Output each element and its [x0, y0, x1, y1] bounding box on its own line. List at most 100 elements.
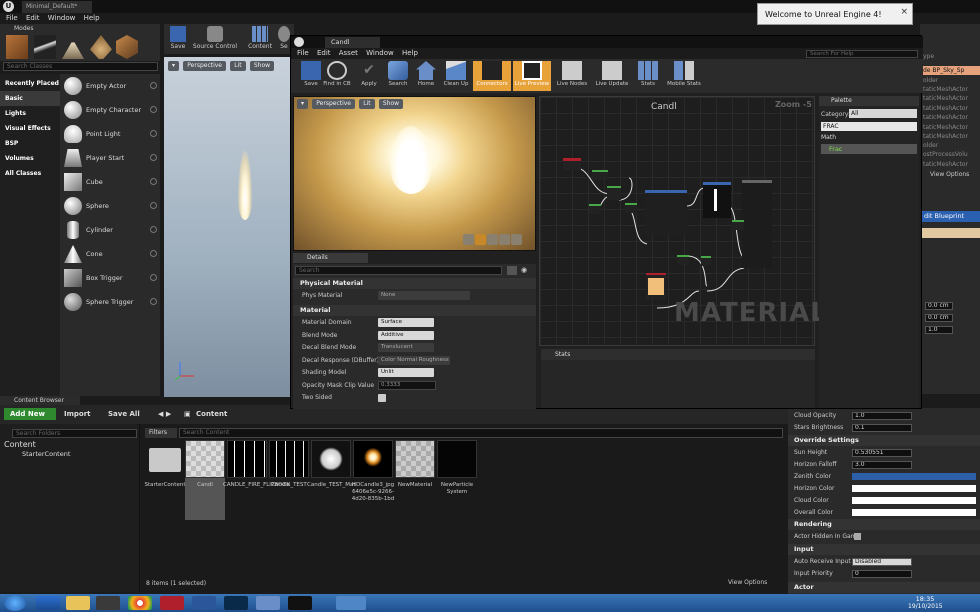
graph-node[interactable]	[563, 158, 581, 170]
help-icon[interactable]	[150, 154, 157, 161]
teapot-preview-icon[interactable]	[511, 234, 522, 245]
help-icon[interactable]	[150, 130, 157, 137]
live-update-button[interactable]: Live Update	[593, 61, 631, 91]
details-tab[interactable]: Details	[293, 253, 368, 263]
list-item-box-trigger[interactable]: Box Trigger	[60, 266, 160, 290]
view-options-button[interactable]: View Options	[728, 579, 767, 586]
cat-volumes[interactable]: Volumes	[0, 151, 60, 166]
help-icon[interactable]	[150, 250, 157, 257]
opera-icon[interactable]	[160, 596, 184, 610]
back-arrow-icon[interactable]: ◀ ▶	[158, 408, 171, 420]
tree-item-content[interactable]: Content	[4, 440, 36, 449]
list-item-empty-character[interactable]: Empty Character	[60, 98, 160, 122]
outliner-row[interactable]: taticMeshActor	[920, 132, 980, 141]
foliage-mode-icon[interactable]	[90, 35, 112, 59]
outliner-row[interactable]: older	[920, 141, 980, 150]
modes-tab[interactable]: Modes	[0, 24, 160, 33]
graph-node[interactable]	[625, 203, 637, 213]
outliner-row[interactable]: taticMeshActor	[920, 123, 980, 132]
list-item-sphere-trigger[interactable]: Sphere Trigger	[60, 290, 160, 314]
overall-color-swatch[interactable]	[852, 509, 976, 516]
graph-node[interactable]	[645, 190, 687, 235]
help-icon[interactable]	[150, 106, 157, 113]
modes-search-input[interactable]: Search Classes	[3, 62, 158, 71]
asset-candle-test[interactable]: Candle_TEST	[269, 440, 309, 520]
outliner-row[interactable]: taticMeshActor	[920, 113, 980, 122]
view-options-button[interactable]: View Options	[920, 170, 980, 179]
list-item-empty-actor[interactable]: Empty Actor	[60, 74, 160, 98]
material-domain-dropdown[interactable]: Surface	[378, 318, 434, 327]
unreal-taskbar-icon[interactable]	[288, 596, 312, 610]
input-priority-field[interactable]: 0	[852, 570, 912, 578]
palette-search-input[interactable]: FRAC	[821, 122, 917, 131]
app-icon[interactable]	[256, 596, 280, 610]
perspective-button[interactable]: Perspective	[183, 61, 226, 71]
category-dropdown[interactable]: All	[849, 109, 917, 118]
horizon-falloff-field[interactable]: 3.0	[852, 461, 912, 469]
graph-node[interactable]	[592, 170, 608, 180]
location-field[interactable]: 0.0 cm	[925, 314, 953, 322]
opacity-mask-clip-field[interactable]: 0.3333	[378, 380, 436, 390]
explorer-icon[interactable]	[66, 596, 90, 610]
show-button[interactable]: Show	[249, 61, 275, 71]
actor-hidden-checkbox[interactable]	[854, 533, 861, 540]
outliner-row[interactable]: taticMeshActor	[920, 160, 980, 169]
palette-item-frac[interactable]: Frac	[821, 144, 917, 154]
clock-time[interactable]: 18:35	[908, 595, 942, 603]
save-button[interactable]: Save	[166, 25, 190, 53]
asset-hdcandle3[interactable]: HDCandle3_jpg 6406e5c-9266-4d20-835b-1bd	[352, 440, 394, 520]
outliner-row[interactable]: taticMeshActor	[920, 85, 980, 94]
word-icon[interactable]	[192, 596, 216, 610]
cloud-color-swatch[interactable]	[852, 497, 976, 504]
place-mode-icon[interactable]	[6, 35, 28, 59]
cat-basic[interactable]: Basic	[0, 91, 60, 106]
content-browser-tab[interactable]: Content Browser	[0, 396, 80, 405]
lit-button[interactable]: Lit	[359, 99, 375, 109]
help-icon[interactable]	[150, 202, 157, 209]
outliner-row[interactable]: ostProcessVolu	[920, 150, 980, 159]
help-icon[interactable]	[150, 226, 157, 233]
photoshop-icon[interactable]	[224, 596, 248, 610]
landscape-mode-icon[interactable]	[62, 39, 84, 59]
content-search-input[interactable]: Search Content	[179, 428, 783, 438]
auto-receive-dropdown[interactable]: Disabled	[852, 558, 912, 566]
list-item-cube[interactable]: Cube	[60, 170, 160, 194]
outliner-row[interactable]: older	[920, 76, 980, 85]
cube-preview-icon[interactable]	[499, 234, 510, 245]
paint-mode-icon[interactable]	[34, 35, 56, 59]
graph-node[interactable]	[732, 220, 744, 230]
stats-button[interactable]: Stats	[629, 61, 667, 91]
tree-item-starter-content[interactable]: StarterContent	[22, 450, 70, 458]
override-settings-section[interactable]: Override Settings	[788, 435, 980, 446]
menu-edit[interactable]: Edit	[317, 48, 331, 58]
palette-tab[interactable]: Palette	[819, 96, 919, 106]
chrome-icon[interactable]	[128, 596, 152, 610]
horizon-color-swatch[interactable]	[852, 485, 976, 492]
show-button[interactable]: Show	[378, 99, 404, 109]
menu-window[interactable]: Window	[48, 13, 76, 23]
texture-sample-node[interactable]	[703, 182, 731, 218]
graph-node[interactable]	[701, 256, 711, 266]
cat-recently-placed[interactable]: Recently Placed	[0, 76, 60, 91]
perspective-button[interactable]: Perspective	[312, 99, 355, 109]
chevron-down-icon[interactable]: ▾	[297, 99, 309, 109]
blend-mode-dropdown[interactable]: Additive	[378, 330, 434, 340]
level-viewport[interactable]	[164, 57, 291, 397]
close-icon[interactable]: ×	[900, 7, 908, 17]
search-help-input[interactable]: Search For Help	[806, 50, 918, 58]
filters-button[interactable]: Filters	[145, 428, 177, 438]
cat-all-classes[interactable]: All Classes	[0, 166, 60, 181]
menu-file[interactable]: File	[297, 48, 309, 58]
help-icon[interactable]	[150, 298, 157, 305]
material-output-node[interactable]	[742, 180, 772, 268]
asset-starter-content[interactable]: StarterContent	[145, 440, 185, 520]
location-field[interactable]: 0.0 cm	[925, 302, 953, 310]
outliner-row[interactable]: taticMeshActor	[920, 104, 980, 113]
start-button[interactable]	[4, 595, 26, 611]
live-preview-button[interactable]: Live Preview	[513, 61, 551, 91]
connectors-button[interactable]: Connectors	[473, 61, 511, 91]
ie-icon[interactable]	[36, 596, 60, 610]
help-icon[interactable]	[150, 82, 157, 89]
help-icon[interactable]	[150, 274, 157, 281]
graph-node[interactable]	[677, 255, 689, 265]
